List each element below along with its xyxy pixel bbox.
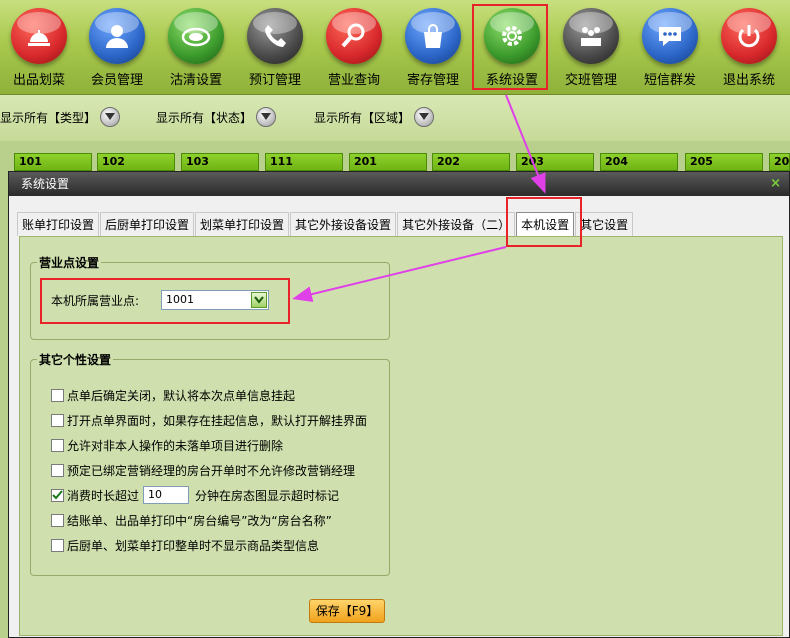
room-tile[interactable]: 111 — [265, 153, 343, 171]
save-button[interactable]: 保存【F9】 — [309, 599, 385, 623]
room-tile[interactable]: 203 — [516, 153, 594, 171]
annotation-highlight-local-tab — [506, 197, 582, 247]
option-label: 后厨单、划菜单打印整单时不显示商品类型信息 — [67, 538, 320, 553]
power-icon — [721, 8, 777, 64]
option-label: 允许对非本人操作的未落单项目进行删除 — [67, 438, 284, 453]
room-tile[interactable]: 204 — [600, 153, 678, 171]
groupbox-personal-settings: 其它个性设置 点单后确定关闭，默认将本次点单信息挂起 打开点单界面时，如果存在挂… — [30, 351, 390, 576]
tab-bill-print[interactable]: 账单打印设置 — [17, 212, 100, 236]
team-icon — [563, 8, 619, 64]
checkbox[interactable] — [51, 513, 64, 527]
room-tile[interactable]: 201 — [349, 153, 427, 171]
bag-icon — [405, 8, 461, 64]
checkbox[interactable] — [51, 538, 64, 552]
plate-icon — [168, 8, 224, 64]
user-icon — [89, 8, 145, 64]
option-label-before: 消费时长超过 — [67, 488, 140, 503]
toolbar-item-label: 退出系统 — [722, 73, 775, 88]
toolbar-item-dish-dispatch[interactable]: 出品划菜 — [0, 0, 78, 95]
checkbox[interactable] — [51, 463, 64, 477]
option-room-name-print[interactable]: 结账单、出品单打印中“房台编号”改为“房台名称” — [51, 511, 332, 529]
toolbar-item-label: 会员管理 — [90, 73, 143, 88]
checkbox[interactable] — [51, 388, 64, 402]
checkbox[interactable] — [51, 438, 64, 452]
chevron-down-icon[interactable] — [256, 107, 277, 127]
room-tile[interactable]: 101 — [14, 153, 92, 171]
toolbar-item-label: 交班管理 — [564, 73, 617, 88]
checkbox[interactable] — [51, 413, 64, 427]
close-icon[interactable]: × — [770, 172, 781, 196]
dialog-titlebar[interactable]: 系统设置 × — [9, 172, 789, 196]
message-icon — [642, 8, 698, 64]
toolbar-item-label: 营业查询 — [327, 73, 380, 88]
option-allow-delete[interactable]: 允许对非本人操作的未落单项目进行删除 — [51, 436, 283, 454]
option-hold-on-close[interactable]: 点单后确定关闭，默认将本次点单信息挂起 — [51, 386, 295, 404]
annotation-highlight-business-point — [40, 278, 290, 324]
filter-bar: 显示所有【类型】 显示所有【状态】 显示所有【区域】 — [0, 95, 790, 141]
room-strip: 101 102 103 111 201 202 203 204 205 206 — [0, 153, 790, 171]
option-open-unhold[interactable]: 打开点单界面时，如果存在挂起信息，默认打开解挂界面 — [51, 411, 367, 429]
toolbar-item-exit[interactable]: 退出系统 — [710, 0, 788, 95]
tab-external-devices[interactable]: 其它外接设备设置 — [290, 212, 397, 236]
dome-icon — [11, 8, 67, 64]
option-label: 结账单、出品单打印中“房台编号”改为“房台名称” — [67, 513, 332, 528]
filter-area[interactable]: 显示所有【区域】 — [314, 107, 435, 127]
room-tile[interactable]: 102 — [97, 153, 175, 171]
filter-status-label: 显示所有【状态】 — [156, 110, 253, 125]
main-toolbar: 出品划菜 会员管理 沽清设置 预订管理 营业查询 寄存管理 系统设置 交班管理 … — [0, 0, 790, 95]
toolbar-item-label: 预订管理 — [248, 73, 301, 88]
toolbar-item-members[interactable]: 会员管理 — [78, 0, 156, 95]
chevron-down-icon[interactable] — [414, 107, 435, 127]
chevron-down-icon[interactable] — [100, 107, 121, 127]
toolbar-item-label: 短信群发 — [643, 73, 696, 88]
phone-icon — [247, 8, 303, 64]
groupbox-title: 营业点设置 — [37, 254, 102, 271]
toolbar-item-label: 寄存管理 — [406, 73, 459, 88]
toolbar-item-reservations[interactable]: 预订管理 — [236, 0, 314, 95]
system-settings-dialog: 系统设置 × 账单打印设置 后厨单打印设置 划菜单打印设置 其它外接设备设置 其… — [8, 171, 790, 638]
option-overtime-mark[interactable]: 消费时长超过 10 分钟在房态图显示超时标记 — [51, 486, 339, 504]
checkbox-checked[interactable] — [51, 488, 64, 502]
toolbar-item-soldout-settings[interactable]: 沽清设置 — [157, 0, 235, 95]
option-label-after: 分钟在房态图显示超时标记 — [195, 488, 340, 503]
room-tile[interactable]: 206 — [769, 153, 790, 171]
filter-area-label: 显示所有【区域】 — [314, 110, 411, 125]
groupbox-title: 其它个性设置 — [37, 351, 114, 368]
option-label: 点单后确定关闭，默认将本次点单信息挂起 — [67, 388, 296, 403]
room-tile[interactable]: 205 — [685, 153, 763, 171]
option-label: 打开点单界面时，如果存在挂起信息，默认打开解挂界面 — [67, 413, 368, 428]
tab-kitchen-print[interactable]: 后厨单打印设置 — [100, 212, 195, 236]
filter-type[interactable]: 显示所有【类型】 — [0, 107, 121, 127]
toolbar-item-label: 出品划菜 — [12, 73, 65, 88]
toolbar-item-storage[interactable]: 寄存管理 — [394, 0, 472, 95]
toolbar-item-label: 沽清设置 — [169, 73, 222, 88]
tab-dish-print[interactable]: 划菜单打印设置 — [195, 212, 290, 236]
option-label: 预定已绑定营销经理的房台开单时不允许修改营销经理 — [67, 463, 356, 478]
annotation-highlight-system-settings — [472, 4, 548, 90]
option-lock-sales-manager[interactable]: 预定已绑定营销经理的房台开单时不允许修改营销经理 — [51, 461, 355, 479]
tab-external-devices-2[interactable]: 其它外接设备（二） — [397, 212, 516, 236]
toolbar-item-business-query[interactable]: 营业查询 — [315, 0, 393, 95]
room-tile[interactable]: 202 — [432, 153, 510, 171]
filter-status[interactable]: 显示所有【状态】 — [156, 107, 277, 127]
filter-type-label: 显示所有【类型】 — [0, 110, 97, 125]
magnifier-icon — [326, 8, 382, 64]
toolbar-item-sms-broadcast[interactable]: 短信群发 — [631, 0, 709, 95]
toolbar-item-shift-handover[interactable]: 交班管理 — [552, 0, 630, 95]
room-tile[interactable]: 103 — [181, 153, 259, 171]
dialog-title: 系统设置 — [21, 177, 70, 191]
overtime-minutes-input[interactable]: 10 — [143, 486, 190, 504]
option-hide-category[interactable]: 后厨单、划菜单打印整单时不显示商品类型信息 — [51, 536, 319, 554]
tab-other-settings[interactable]: 其它设置 — [575, 212, 634, 236]
